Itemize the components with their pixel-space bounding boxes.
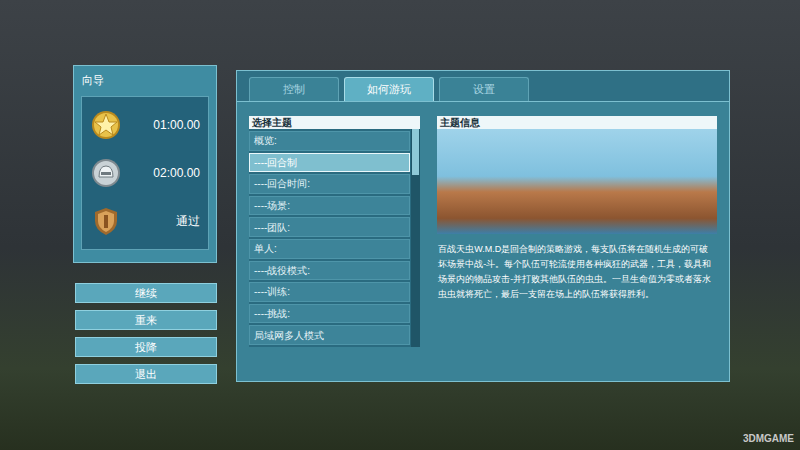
pause-menu-screen: 向导 01:00.00 02:00.00 通过继续重来投降退出 控制如何游玩设置选择主题… — [0, 0, 800, 450]
topic-info-text: 百战天虫W.M.D是回合制的策略游戏，每支队伍将在随机生成的可破坏场景中战-斗。… — [437, 234, 717, 302]
topic-item[interactable]: ----训练: — [249, 282, 410, 302]
help-panel: 控制如何游玩设置选择主题概览:----回合制----回合时间:----场景:--… — [236, 70, 730, 382]
guide-panel: 向导 01:00.00 02:00.00 通过 — [73, 65, 217, 263]
topic-item[interactable]: ----团队: — [249, 217, 410, 237]
tab[interactable]: 控制 — [249, 77, 339, 101]
menu-button[interactable]: 退出 — [75, 364, 217, 384]
scrollbar-thumb[interactable] — [412, 129, 419, 175]
tab-bar: 控制如何游玩设置 — [237, 71, 729, 101]
menu-button[interactable]: 继续 — [75, 283, 217, 303]
topic-screenshot — [437, 129, 717, 234]
medal-row: 01:00.00 — [82, 101, 208, 149]
tab[interactable]: 设置 — [439, 77, 529, 101]
topic-item[interactable]: ----场景: — [249, 196, 410, 216]
topic-list: 概览:----回合制----回合时间:----场景:----团队:单人:----… — [249, 129, 410, 347]
medal-row: 02:00.00 — [82, 149, 208, 197]
tab[interactable]: 如何游玩 — [344, 77, 434, 101]
topic-list-panel: 选择主题概览:----回合制----回合时间:----场景:----团队:单人:… — [249, 116, 420, 381]
bronze-shield-medal-icon — [90, 205, 122, 237]
menu-button[interactable]: 重来 — [75, 310, 217, 330]
topic-info-title: 主题信息 — [437, 116, 717, 129]
menu-button[interactable]: 投降 — [75, 337, 217, 357]
topic-item[interactable]: ----战役模式: — [249, 261, 410, 281]
menu-buttons: 继续重来投降退出 — [73, 283, 217, 384]
gold-star-medal-icon — [90, 109, 122, 141]
medal-time: 通过 — [176, 212, 200, 230]
topic-item[interactable]: 局域网多人模式 — [249, 325, 410, 345]
topic-info-panel: 主题信息百战天虫W.M.D是回合制的策略游戏，每支队伍将在随机生成的可破坏场景中… — [437, 116, 717, 381]
medal-list: 01:00.00 02:00.00 通过 — [81, 96, 209, 250]
topic-item[interactable]: ----回合制 — [249, 153, 410, 173]
topic-item[interactable]: ----挑战: — [249, 304, 410, 324]
topic-list-title: 选择主题 — [249, 116, 420, 129]
left-column: 向导 01:00.00 02:00.00 通过继续重来投降退出 — [73, 65, 217, 384]
watermark: 3DMGAME — [743, 431, 794, 446]
medal-time: 02:00.00 — [153, 164, 200, 182]
topic-item[interactable]: 概览: — [249, 131, 410, 151]
topic-item[interactable]: 单人: — [249, 239, 410, 259]
medal-time: 01:00.00 — [153, 116, 200, 134]
medal-row: 通过 — [82, 197, 208, 245]
topic-scrollbar[interactable] — [411, 129, 420, 347]
tab-content: 选择主题概览:----回合制----回合时间:----场景:----团队:单人:… — [237, 101, 729, 381]
guide-title: 向导 — [74, 66, 216, 96]
silver-helmet-medal-icon — [90, 157, 122, 189]
topic-item[interactable]: ----回合时间: — [249, 174, 410, 194]
topic-list-body: 概览:----回合制----回合时间:----场景:----团队:单人:----… — [249, 129, 420, 347]
